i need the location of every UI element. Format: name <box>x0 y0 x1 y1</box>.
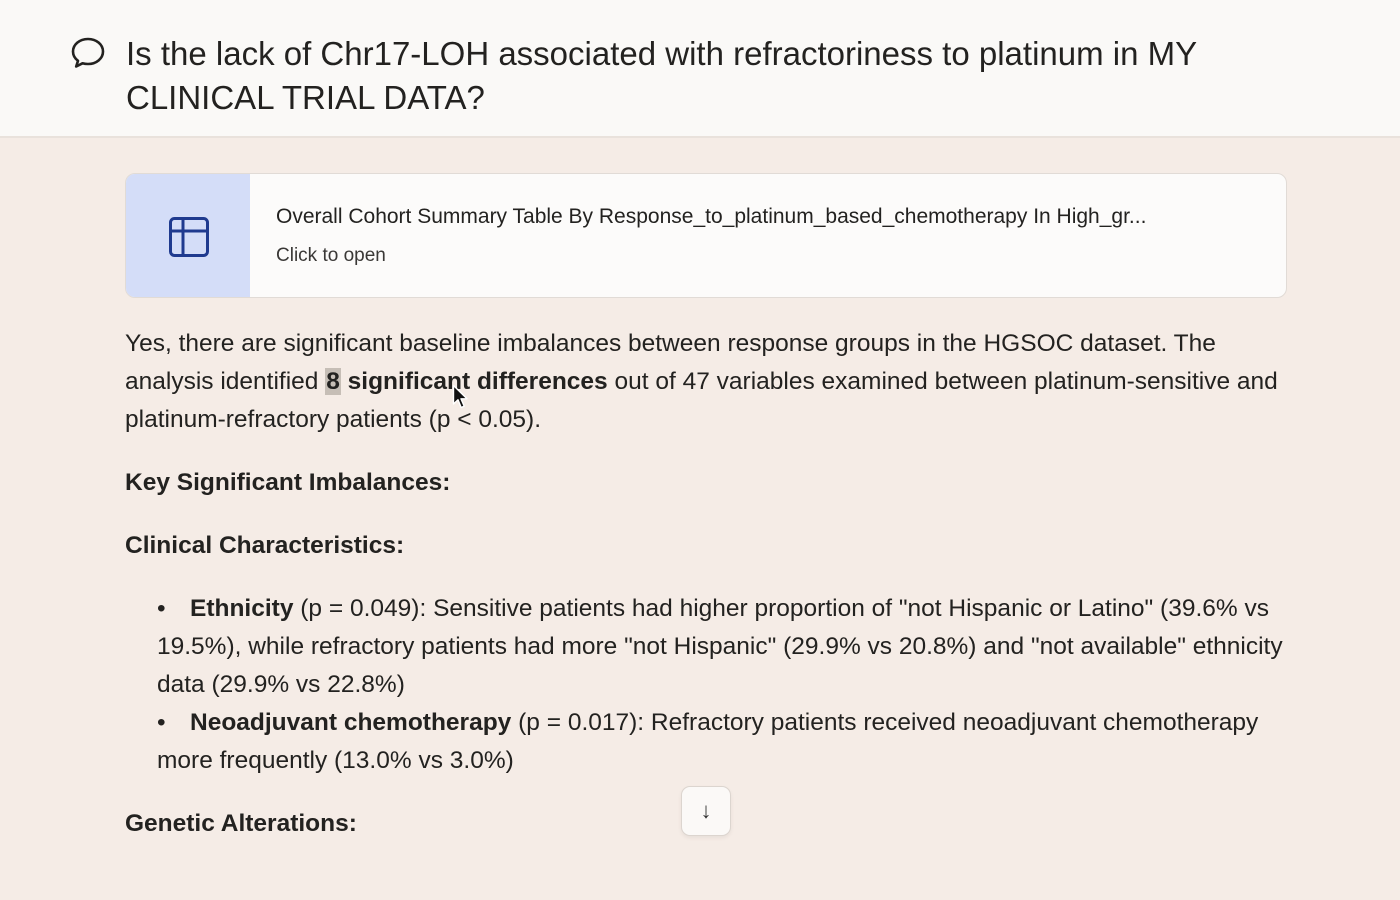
clinical-bullet-list: • Ethnicity (p = 0.049): Sensitive patien… <box>125 590 1295 780</box>
heading-clinical: Clinical Characteristics: <box>125 532 405 559</box>
intro-paragraph: Yes, there are significant baseline imba… <box>125 325 1295 439</box>
card-icon-box <box>126 174 250 297</box>
table-icon <box>169 217 209 257</box>
chat-bubble-icon <box>71 37 105 68</box>
card-subtitle: Click to open <box>276 245 386 266</box>
mouse-cursor-icon <box>452 384 468 409</box>
bullet-text: (p = 0.049): Sensitive patients had high… <box>157 595 1283 698</box>
card-title: Overall Cohort Summary Table By Response… <box>276 205 1147 228</box>
heading-key-imbalances: Key Significant Imbalances: <box>125 469 451 496</box>
arrow-down-icon: ↓ <box>700 798 712 823</box>
list-item: • Ethnicity (p = 0.049): Sensitive patien… <box>157 590 1295 704</box>
response-content: Yes, there are significant baseline imba… <box>125 325 1295 843</box>
artifact-card[interactable]: Overall Cohort Summary Table By Response… <box>125 173 1287 298</box>
question-text: Is the lack of Chr17-LOH associated with… <box>126 35 1197 116</box>
question-header: Is the lack of Chr17-LOH associated with… <box>0 0 1400 138</box>
list-item: • Neoadjuvant chemotherapy (p = 0.017): R… <box>157 704 1295 780</box>
bullet-dot: • <box>157 709 166 736</box>
bullet-dot: • <box>157 595 166 622</box>
highlighted-selection: 8 <box>325 368 341 395</box>
scroll-to-bottom-button[interactable]: ↓ <box>681 786 731 836</box>
bullet-term: Ethnicity <box>190 595 294 622</box>
intro-bold-text: significant differences <box>340 368 608 395</box>
bullet-term: Neoadjuvant chemotherapy <box>190 709 512 736</box>
